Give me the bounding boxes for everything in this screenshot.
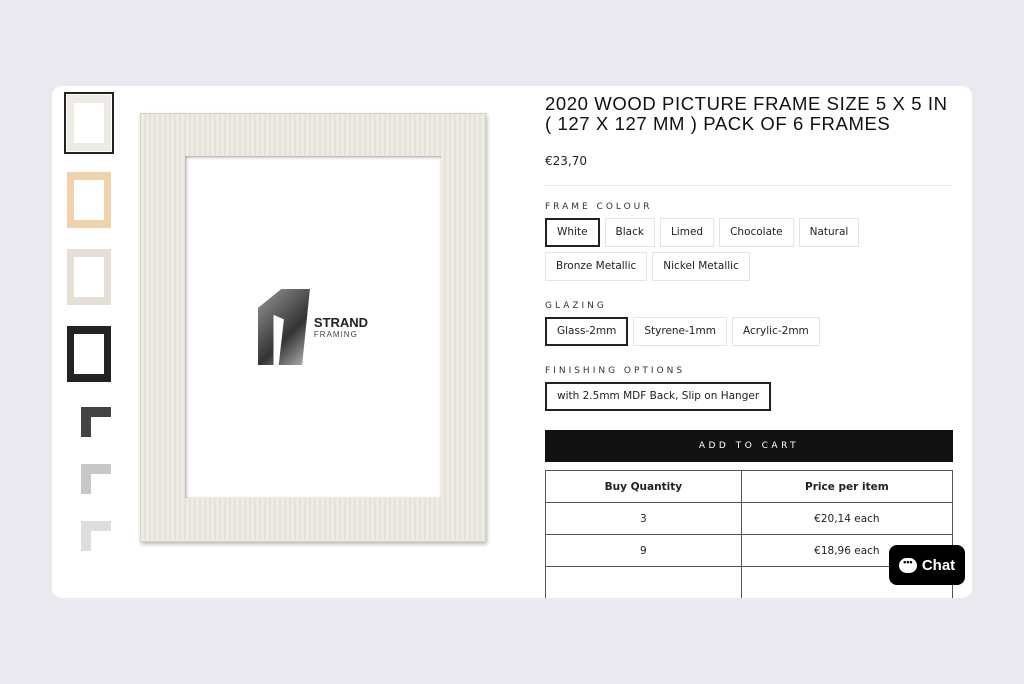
thumbnail-corner-silver[interactable] — [64, 457, 114, 499]
product-price: €23,70 — [545, 154, 587, 168]
logo-text: STRAND — [313, 315, 369, 330]
table-header: Buy Quantity Price per item — [545, 470, 954, 503]
option-white[interactable]: White — [545, 218, 600, 247]
finishing-options: with 2.5mm MDF Back, Slip on Hanger — [545, 382, 953, 411]
finishing-label: FINISHING OPTIONS — [545, 366, 686, 376]
chat-bubble-icon: ••• — [898, 557, 917, 573]
thumbnail-gallery — [64, 92, 114, 571]
main-product-image: STRAND FRAMING — [140, 113, 486, 542]
add-to-cart-button[interactable]: ADD TO CART — [545, 430, 953, 462]
option-mdf-back[interactable]: with 2.5mm MDF Back, Slip on Hanger — [545, 382, 772, 411]
frame-colour-options: White Black Limed Chocolate Natural Bron… — [545, 218, 953, 281]
option-glass-2mm[interactable]: Glass-2mm — [545, 317, 629, 346]
option-styrene-1mm[interactable]: Styrene-1mm — [633, 317, 727, 346]
glazing-options: Glass-2mm Styrene-1mm Acrylic-2mm — [545, 317, 953, 346]
cell-price: €20,14 each — [740, 502, 954, 535]
option-black[interactable]: Black — [604, 218, 655, 247]
thumbnail-corner-light[interactable] — [64, 514, 114, 556]
option-acrylic-2mm[interactable]: Acrylic-2mm — [731, 317, 820, 346]
product-title: 2020 WOOD PICTURE FRAME SIZE 5 X 5 IN ( … — [545, 93, 948, 134]
option-limed[interactable]: Limed — [659, 218, 715, 247]
option-bronze-metallic[interactable]: Bronze Metallic — [545, 252, 648, 281]
logo-subtext: FRAMING — [313, 330, 358, 339]
divider — [545, 185, 953, 186]
strand-framing-logo: STRAND FRAMING — [257, 289, 369, 365]
cell-quantity: 9 — [545, 534, 742, 567]
frame-colour-label: FRAME COLOUR — [545, 202, 653, 212]
product-card: STRAND FRAMING 2020 WOOD PICTURE FRAME SI… — [52, 86, 972, 598]
chat-label: Chat — [921, 556, 956, 574]
table-row: 3 €20,14 each — [545, 502, 954, 535]
cell-quantity: 3 — [545, 502, 742, 535]
thumbnail-limed[interactable] — [64, 246, 114, 308]
product-info: 2020 WOOD PICTURE FRAME SIZE 5 X 5 IN ( … — [545, 93, 954, 598]
thumbnail-black[interactable] — [64, 323, 114, 385]
header-price: Price per item — [740, 470, 954, 503]
header-quantity: Buy Quantity — [545, 470, 742, 503]
thumbnail-corner-dark[interactable] — [64, 400, 114, 442]
option-chocolate[interactable]: Chocolate — [719, 218, 794, 247]
chat-button[interactable]: ••• Chat — [889, 545, 965, 585]
glazing-label: GLAZING — [545, 301, 607, 311]
option-nickel-metallic[interactable]: Nickel Metallic — [652, 252, 750, 281]
thumbnail-white[interactable] — [64, 92, 114, 154]
option-natural[interactable]: Natural — [798, 218, 860, 247]
thumbnail-natural[interactable] — [64, 169, 114, 231]
